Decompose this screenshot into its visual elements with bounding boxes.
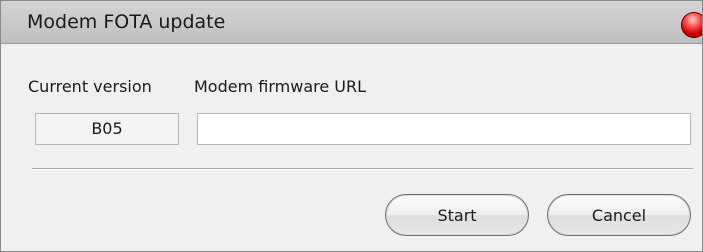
separator — [32, 168, 693, 170]
dialog-window: Modem FOTA update Current version Modem … — [0, 0, 703, 252]
start-button[interactable]: Start — [385, 194, 529, 236]
current-version-label: Current version — [28, 77, 152, 96]
cancel-button[interactable]: Cancel — [547, 194, 691, 236]
close-icon[interactable] — [681, 12, 702, 38]
title-bar[interactable]: Modem FOTA update — [1, 1, 702, 44]
current-version-field: B05 — [35, 113, 179, 145]
window-title: Modem FOTA update — [27, 11, 226, 33]
firmware-url-input[interactable] — [197, 113, 691, 145]
firmware-url-label: Modem firmware URL — [194, 77, 367, 96]
